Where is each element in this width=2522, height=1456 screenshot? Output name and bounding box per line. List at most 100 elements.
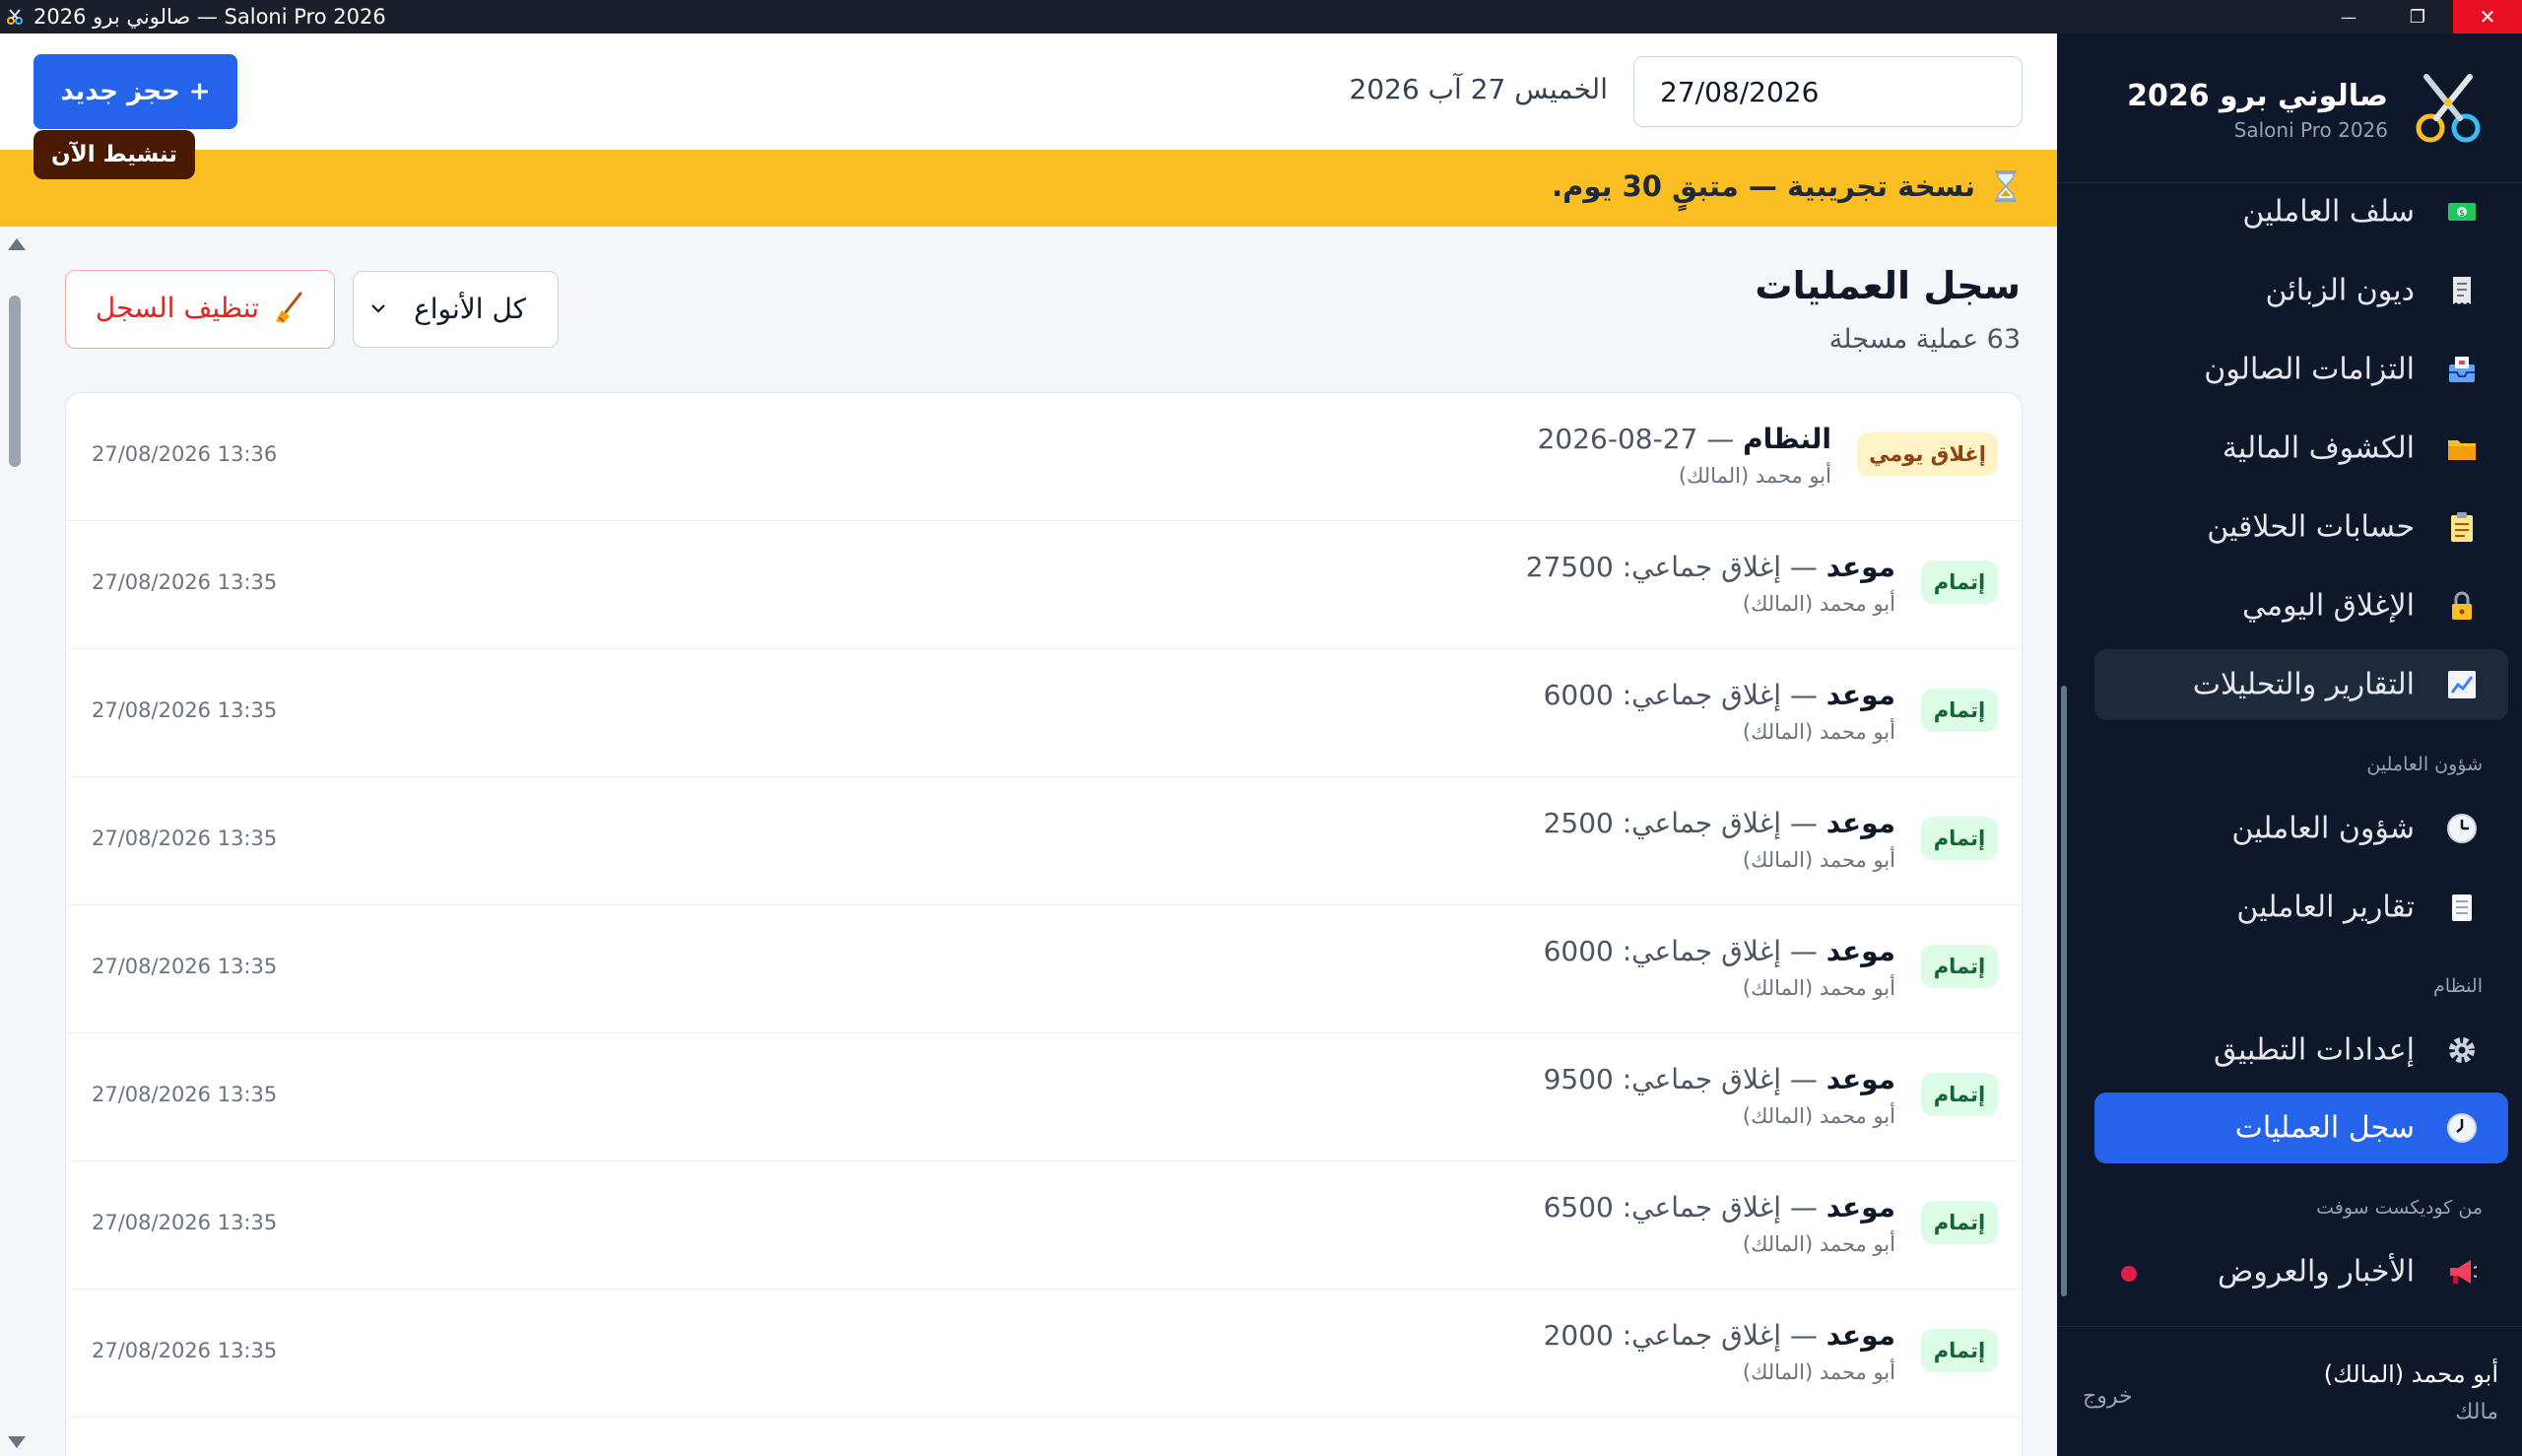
date-input[interactable] — [1633, 56, 2023, 127]
sidebar-item-label: ديون الزبائن — [2265, 273, 2415, 308]
log-row: 27/08/2026 13:35 إتمام موعد — إغلاق جماعي:… — [66, 1033, 2022, 1161]
notification-dot — [2121, 1266, 2137, 1282]
type-filter-select[interactable]: كل الأنواع — [353, 271, 559, 348]
notepad-icon — [2452, 894, 2472, 921]
log-detail: — إغلاق جماعي: 9500 — [1543, 1063, 1826, 1095]
log-entity: موعد — [1825, 1319, 1895, 1352]
log-description: موعد — إغلاق جماعي: 6000 — [1544, 935, 1895, 967]
log-description: موعد — إغلاق جماعي: 9500 — [1544, 1063, 1895, 1095]
log-detail: — إغلاق جماعي: 2000 — [1543, 1319, 1826, 1352]
log-timestamp: 27/08/2026 13:35 — [92, 698, 278, 722]
log-row: 27/08/2026 13:35 إتمام موعد — إغلاق جماعي:… — [66, 649, 2022, 777]
log-description: موعد — إغلاق جماعي: 2500 — [1544, 807, 1895, 839]
sidebar-item-label: الكشوف المالية — [2222, 430, 2415, 466]
sidebar: صالوني برو 2026 Saloni Pro 2026 $ سلف ال… — [2057, 33, 2522, 1456]
sidebar-item-operations-log[interactable]: سجل العمليات — [2094, 1092, 2508, 1163]
scroll-down-icon[interactable] — [8, 1436, 26, 1448]
close-button[interactable]: ✕ — [2453, 0, 2522, 33]
sidebar-item-reports[interactable]: التقارير والتحليلات — [2094, 649, 2508, 720]
sidebar-scrollbar[interactable] — [2057, 183, 2071, 1326]
sidebar-item-customer-debts[interactable]: ديون الزبائن — [2094, 255, 2508, 326]
log-detail: — إغلاق جماعي: 2500 — [1543, 807, 1826, 839]
close-icon: ✕ — [2479, 5, 2496, 29]
scroll-up-icon[interactable] — [8, 238, 26, 250]
receipt-icon — [2453, 277, 2471, 304]
action-badge: إتمام — [1921, 945, 1998, 988]
sidebar-item-salon-obligations[interactable]: التزامات الصالون — [2094, 334, 2508, 405]
window-title: صالوني برو 2026 — Saloni Pro 2026 — [33, 5, 386, 29]
sidebar-item-staff-reports[interactable]: تقارير العاملين — [2094, 872, 2508, 943]
log-entity: موعد — [1825, 935, 1895, 967]
scroll-thumb[interactable] — [9, 296, 21, 467]
log-timestamp: 27/08/2026 13:35 — [92, 570, 278, 594]
logout-button[interactable]: خروج — [2083, 1384, 2133, 1409]
log-timestamp: 27/08/2026 13:35 — [92, 1339, 278, 1362]
log-description: موعد — إغلاق جماعي: 6000 — [1544, 679, 1895, 711]
sidebar-item-barber-accounts[interactable]: حسابات الحلاقين — [2094, 492, 2508, 563]
sidebar-item-staff-affairs[interactable]: شؤون العاملين — [2094, 793, 2508, 864]
title-bar: صالوني برو 2026 — Saloni Pro 2026 — ❐ ✕ — [0, 0, 2522, 33]
main-content: + حجز جديد الخميس 27 آب 2026 نسخة تجريبي… — [0, 33, 2057, 1456]
sidebar-item-label: تقارير العاملين — [2236, 890, 2415, 925]
sidebar-item-label: التزامات الصالون — [2204, 352, 2415, 387]
sidebar-item-app-settings[interactable]: إعدادات التطبيق — [2094, 1015, 2508, 1086]
sidebar-item-label: الأخبار والعروض — [2218, 1254, 2415, 1290]
user-name: أبو محمد (المالك) — [2323, 1360, 2498, 1388]
chart-icon — [2448, 671, 2476, 698]
log-timestamp: 27/08/2026 13:35 — [92, 955, 278, 978]
log-user: أبو محمد (المالك) — [1742, 848, 1895, 872]
record-count: 63 عملية مسجلة — [1828, 324, 2021, 355]
section-header-vendor: من كوديكست سوفت — [2316, 1197, 2483, 1219]
log-user: أبو محمد (المالك) — [1742, 720, 1895, 744]
date-label: الخميس 27 آب 2026 — [1349, 73, 1608, 105]
log-detail: — 27-08-2026 — [1537, 423, 1744, 455]
main-scrollbar[interactable] — [0, 227, 30, 1456]
broom-icon — [276, 292, 302, 323]
sidebar-item-staff-advances[interactable]: $ سلف العاملين — [2094, 176, 2508, 247]
log-entity: موعد — [1825, 807, 1895, 839]
log-description: النظام — 27-08-2026 — [1538, 423, 1831, 455]
sidebar-item-daily-close[interactable]: الإغلاق اليومي — [2094, 570, 2508, 641]
log-user: أبو محمد (المالك) — [1742, 1104, 1895, 1128]
new-booking-button[interactable]: + حجز جديد — [33, 54, 237, 129]
page-title: سجل العمليات — [1755, 264, 2021, 307]
sidebar-item-label: الإغلاق اليومي — [2242, 588, 2415, 624]
money-icon: $ — [2448, 203, 2476, 221]
clean-log-button[interactable]: تنظيف السجل — [65, 270, 335, 349]
log-timestamp: 27/08/2026 13:35 — [92, 827, 278, 850]
log-timestamp: 27/08/2026 13:36 — [92, 442, 278, 466]
log-user: أبو محمد (المالك) — [1742, 592, 1895, 616]
log-description: موعد — إغلاق جماعي: 2000 — [1544, 1319, 1895, 1352]
log-row: 27/08/2026 13:35 إتمام موعد — إغلاق جماعي:… — [66, 777, 2022, 905]
log-detail: — إغلاق جماعي: 27500 — [1525, 551, 1826, 583]
sidebar-item-news-offers[interactable]: الأخبار والعروض — [2094, 1236, 2508, 1307]
chevron-down-icon — [371, 304, 385, 313]
clock-icon — [2447, 814, 2477, 843]
sidebar-item-label: التقارير والتحليلات — [2192, 667, 2415, 702]
maximize-button[interactable]: ❐ — [2383, 0, 2452, 33]
log-description: موعد — إغلاق جماعي: 27500 — [1526, 551, 1895, 583]
clipboard-icon — [2451, 512, 2473, 542]
sidebar-item-label: سجل العمليات — [2234, 1110, 2415, 1146]
log-detail: — إغلاق جماعي: 6000 — [1543, 935, 1826, 967]
sidebar-scroll-thumb[interactable] — [2061, 686, 2067, 1296]
top-bar: + حجز جديد الخميس 27 آب 2026 — [0, 33, 2057, 150]
log-user: أبو محمد (المالك) — [1678, 464, 1831, 488]
sidebar-item-label: حسابات الحلاقين — [2207, 509, 2415, 545]
operations-log-list: 27/08/2026 13:36 إغلاق يومي النظام — 27-08… — [65, 392, 2023, 1456]
scissors-logo-icon — [2416, 74, 2481, 143]
filter-value: كل الأنواع — [414, 293, 526, 325]
clean-log-label: تنظيف السجل — [95, 292, 259, 324]
minimize-button[interactable]: — — [2314, 0, 2383, 33]
log-user: أبو محمد (المالك) — [1742, 976, 1895, 1000]
megaphone-icon — [2450, 1260, 2478, 1284]
brand-subtitle: Saloni Pro 2026 — [2233, 118, 2388, 142]
sidebar-item-financial-statements[interactable]: الكشوف المالية — [2094, 413, 2508, 484]
hourglass-icon — [1995, 170, 2017, 202]
log-user: أبو محمد (المالك) — [1742, 1232, 1895, 1256]
maximize-icon: ❐ — [2409, 6, 2426, 28]
log-row: 27/08/2026 13:35 إتمام موعد — إغلاق جماعي:… — [66, 1290, 2022, 1418]
gear-icon — [2449, 1037, 2475, 1063]
activate-button[interactable]: تنشيط الآن — [33, 130, 195, 179]
action-badge: إغلاق يومي — [1857, 432, 1998, 476]
